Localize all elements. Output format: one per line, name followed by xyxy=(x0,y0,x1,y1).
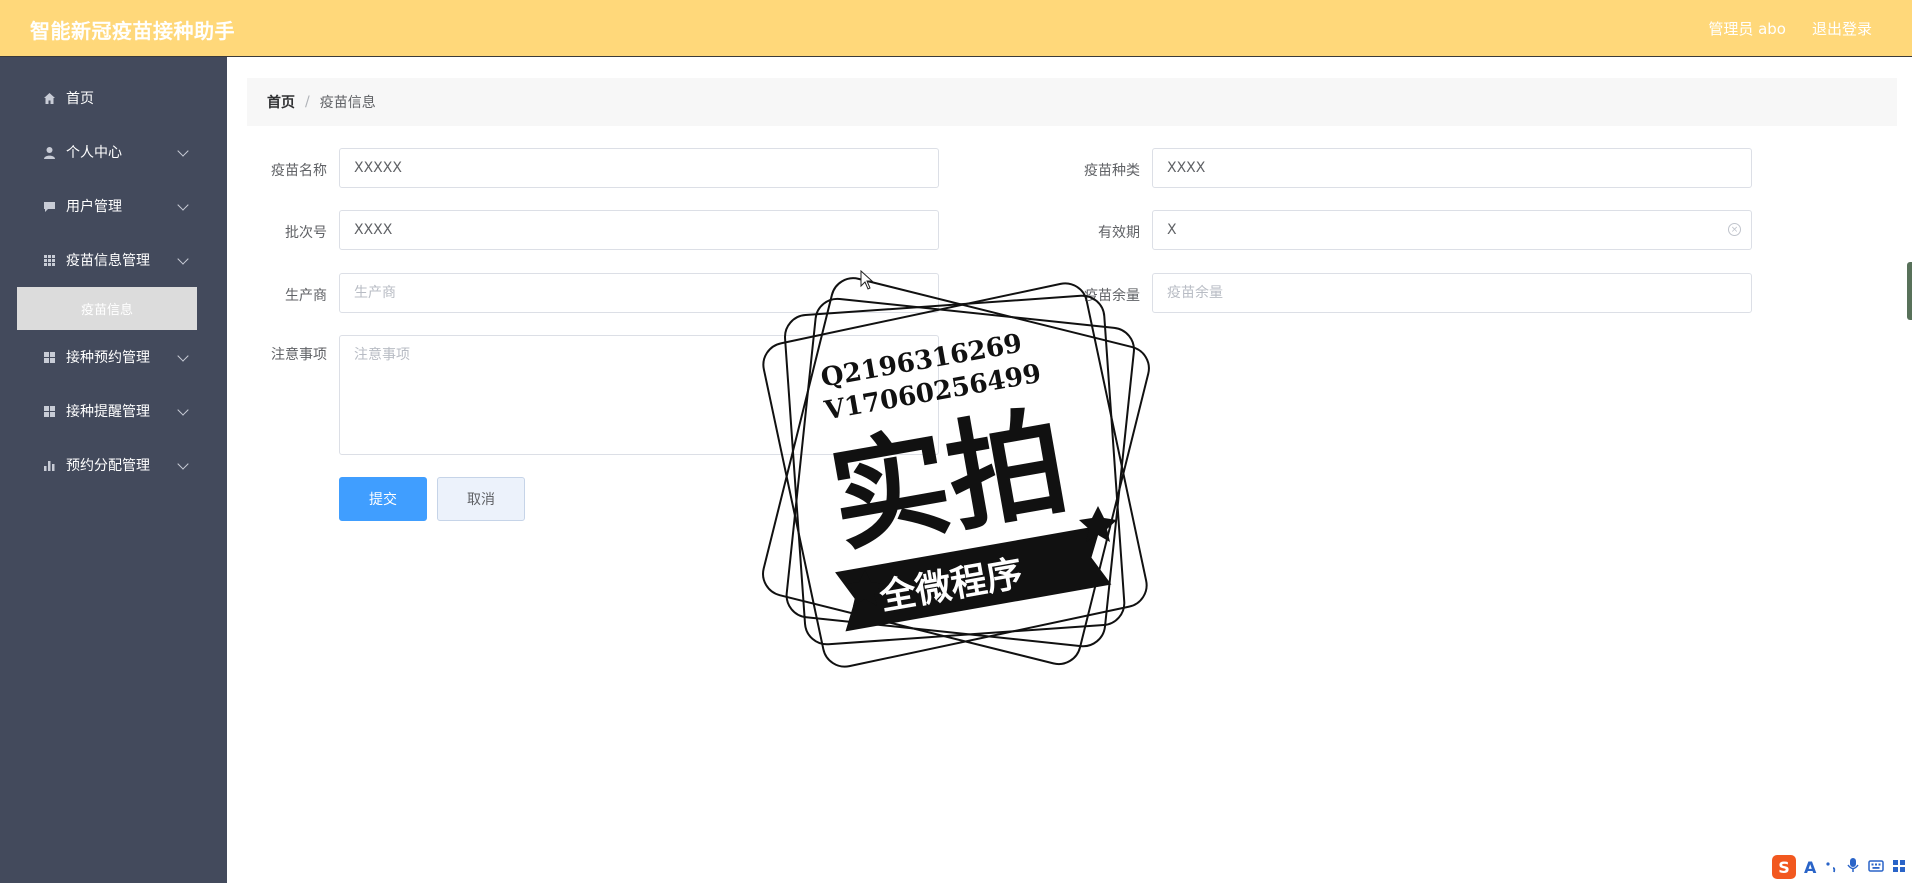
toolbox-icon[interactable] xyxy=(1892,858,1906,877)
side-drawer-tab[interactable] xyxy=(1907,262,1912,320)
sidebar-item-label: 疫苗信息管理 xyxy=(66,253,150,269)
batch-no-label: 批次号 xyxy=(285,225,327,241)
vaccine-name-label: 疫苗名称 xyxy=(271,163,327,179)
sidebar-item-users[interactable]: 用户管理 xyxy=(0,179,227,233)
sidebar-item-label: 首页 xyxy=(66,91,94,107)
chart-icon xyxy=(42,458,56,472)
breadcrumb-current: 疫苗信息 xyxy=(319,95,376,111)
sidebar-item-home[interactable]: 首页 xyxy=(0,71,227,125)
admin-user-label: 管理员 abo xyxy=(1708,20,1786,38)
sidebar-item-appointments[interactable]: 接种预约管理 xyxy=(0,330,227,384)
sidebar-item-allocation[interactable]: 预约分配管理 xyxy=(0,438,227,492)
chevron-down-icon xyxy=(177,253,189,265)
sidebar-item-label: 接种预约管理 xyxy=(66,350,150,366)
expiry-label: 有效期 xyxy=(1098,225,1140,241)
app-title: 智能新冠疫苗接种助手 xyxy=(30,19,235,43)
vaccine-type-label: 疫苗种类 xyxy=(1084,163,1140,179)
sidebar-menu: 首页 个人中心 用户管理 疫苗信息管理 疫苗信息 接种预约管理 接种提醒管理 预… xyxy=(0,57,227,492)
sidebar-item-profile[interactable]: 个人中心 xyxy=(0,125,227,179)
chevron-down-icon xyxy=(177,199,189,211)
header-user-area: 管理员 abo 退出登录 xyxy=(1708,18,1872,39)
sidebar-item-label: 用户管理 xyxy=(66,199,122,215)
expiry-date-input[interactable] xyxy=(1152,210,1752,250)
top-header: 智能新冠疫苗接种助手 管理员 abo 退出登录 xyxy=(0,0,1912,57)
sidebar-item-label: 接种提醒管理 xyxy=(66,404,150,420)
manufacturer-label: 生产商 xyxy=(285,288,327,304)
grid-icon xyxy=(42,253,56,267)
breadcrumb-separator: / xyxy=(305,94,310,110)
punctuation-icon[interactable] xyxy=(1824,858,1838,877)
clear-icon[interactable]: × xyxy=(1728,223,1741,236)
sidebar-item-vaccine-info[interactable]: 疫苗信息管理 xyxy=(0,233,227,287)
chevron-down-icon xyxy=(177,145,189,157)
ime-toolbar: S A xyxy=(1764,851,1912,883)
notes-label: 注意事项 xyxy=(271,347,327,363)
sidebar-item-label: 个人中心 xyxy=(66,145,122,161)
stock-input[interactable] xyxy=(1152,273,1752,313)
home-icon xyxy=(42,91,56,105)
watermark-stamp: Q2196316269 V17060256499 实拍 全微程序 xyxy=(740,250,1170,680)
cancel-button[interactable]: 取消 xyxy=(437,477,525,521)
chevron-down-icon xyxy=(177,404,189,416)
sogou-ime-logo[interactable]: S xyxy=(1772,855,1796,879)
logout-link[interactable]: 退出登录 xyxy=(1812,18,1872,39)
sidebar-item-label: 预约分配管理 xyxy=(66,458,150,474)
breadcrumb-home[interactable]: 首页 xyxy=(267,92,295,112)
mouse-cursor-icon xyxy=(860,270,874,290)
sidebar-item-reminders[interactable]: 接种提醒管理 xyxy=(0,384,227,438)
chat-icon xyxy=(42,199,56,213)
sidebar: 首页 个人中心 用户管理 疫苗信息管理 疫苗信息 接种预约管理 接种提醒管理 预… xyxy=(0,57,227,883)
sidebar-subitem-vaccine-info[interactable]: 疫苗信息 xyxy=(17,287,197,330)
apps-icon xyxy=(42,350,56,364)
submit-button[interactable]: 提交 xyxy=(339,477,427,521)
vaccine-type-input[interactable] xyxy=(1152,148,1752,188)
chevron-down-icon xyxy=(177,458,189,470)
keyboard-icon[interactable] xyxy=(1868,858,1885,877)
user-icon xyxy=(42,145,56,159)
microphone-icon[interactable] xyxy=(1846,857,1860,877)
vaccine-name-input[interactable] xyxy=(339,148,939,188)
chevron-down-icon xyxy=(177,350,189,362)
breadcrumb: 首页 / 疫苗信息 xyxy=(247,78,1897,126)
apps-icon xyxy=(42,404,56,418)
batch-no-input[interactable] xyxy=(339,210,939,250)
ime-mode-toggle[interactable]: A xyxy=(1804,858,1816,877)
